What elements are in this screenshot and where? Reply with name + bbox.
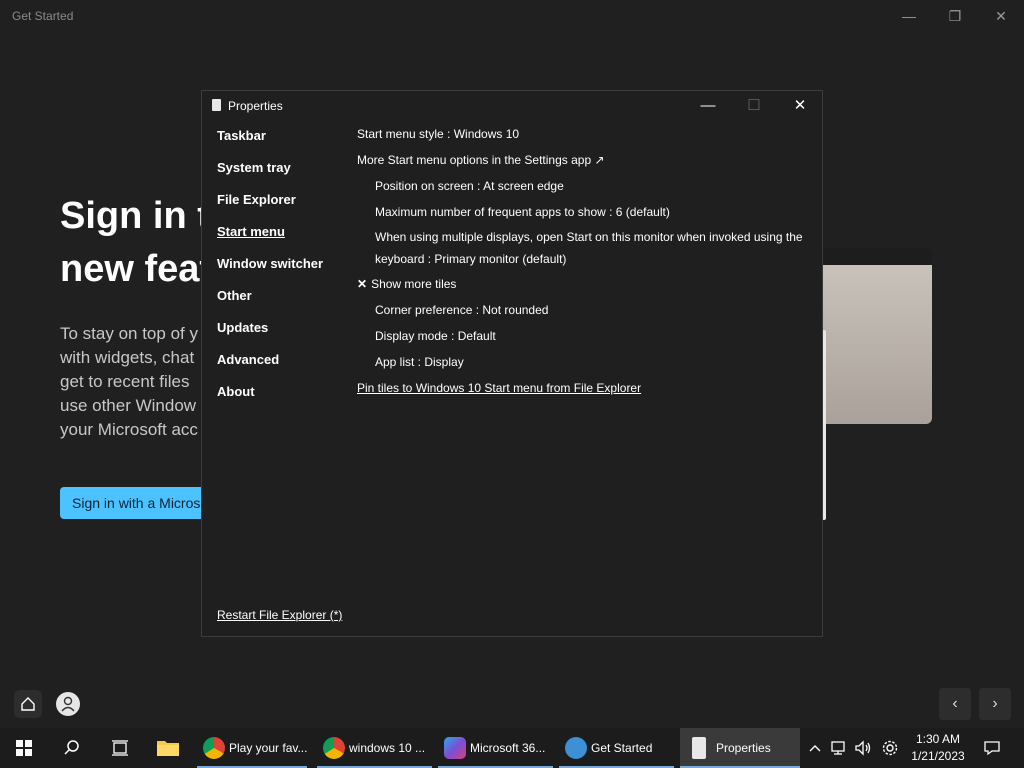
show-more-tiles-label: Show more tiles — [371, 277, 457, 291]
nav-item-advanced[interactable]: Advanced — [217, 352, 323, 384]
notifications-icon[interactable] — [978, 728, 1006, 768]
get-started-titlebar: Get Started — ❐ ✕ — [0, 0, 1024, 32]
start-menu-style-option[interactable]: Start menu style : Windows 10 — [357, 127, 519, 141]
position-on-screen-option[interactable]: Position on screen : At screen edge — [375, 179, 564, 193]
nav-item-taskbar[interactable]: Taskbar — [217, 128, 323, 160]
taskbar-app-microsoft-365[interactable]: Microsoft 36... — [438, 728, 553, 768]
taskbar: Play your fav... windows 10 ... Microsof… — [0, 728, 1024, 768]
taskbar-app-get-started[interactable]: Get Started — [559, 728, 674, 768]
network-icon[interactable] — [828, 728, 850, 768]
video-call-preview-image — [822, 248, 932, 424]
file-explorer-icon[interactable] — [144, 728, 192, 768]
corner-preference-option[interactable]: Corner preference : Not rounded — [375, 303, 548, 317]
properties-title: Properties — [228, 99, 283, 113]
get-started-icon — [565, 737, 587, 759]
taskbar-app-properties[interactable]: Properties — [680, 728, 800, 768]
checked-x-icon: ✕ — [357, 277, 368, 291]
chevron-up-icon[interactable] — [804, 728, 826, 768]
user-icon[interactable] — [56, 692, 80, 716]
nav-item-file-explorer[interactable]: File Explorer — [217, 192, 323, 224]
more-start-options-link[interactable]: More Start menu options in the Settings … — [357, 153, 605, 167]
properties-minimize-button[interactable]: — — [685, 91, 731, 121]
nav-item-start-menu[interactable]: Start menu — [217, 224, 323, 256]
microsoft-365-icon — [444, 737, 466, 759]
get-started-close-button[interactable]: ✕ — [978, 4, 1024, 28]
app-list-option[interactable]: App list : Display — [375, 355, 464, 369]
multi-display-option[interactable]: When using multiple displays, open Start… — [375, 226, 807, 270]
get-started-heading: Sign in t new feat — [60, 195, 210, 290]
properties-nav: Taskbar System tray File Explorer Start … — [217, 128, 323, 416]
nav-item-about[interactable]: About — [217, 384, 323, 416]
properties-maximize-button: ☐ — [747, 97, 761, 114]
home-icon[interactable] — [14, 690, 42, 718]
volume-icon[interactable] — [852, 728, 874, 768]
clock-time: 1:30 AM — [915, 732, 961, 746]
chrome-icon — [203, 737, 225, 759]
taskbar-app-chrome-2[interactable]: windows 10 ... — [317, 728, 432, 768]
pin-tiles-link[interactable]: Pin tiles to Windows 10 Start menu from … — [357, 381, 641, 395]
properties-titlebar: Properties — ☐ ✕ — [202, 91, 822, 121]
get-started-minimize-button[interactable]: — — [886, 4, 932, 28]
max-frequent-apps-option[interactable]: Maximum number of frequent apps to show … — [375, 205, 670, 219]
previous-button[interactable]: ‹ — [939, 688, 971, 720]
nav-item-updates[interactable]: Updates — [217, 320, 323, 352]
restart-file-explorer-link[interactable]: Restart File Explorer (*) — [217, 608, 342, 622]
get-started-description: To stay on top of y with widgets, chat g… — [60, 324, 198, 439]
next-button[interactable]: › — [979, 688, 1011, 720]
clock-date: 1/21/2023 — [911, 749, 965, 763]
properties-window: Properties — ☐ ✕ Taskbar System tray Fil… — [201, 90, 823, 637]
system-clock[interactable]: 1:30 AM 1/21/2023 — [906, 731, 970, 765]
nav-item-system-tray[interactable]: System tray — [217, 160, 323, 192]
get-started-title: Get Started — [12, 9, 74, 23]
gear-icon[interactable] — [878, 728, 902, 768]
search-icon[interactable] — [48, 728, 96, 768]
get-started-restore-button[interactable]: ❐ — [932, 4, 978, 28]
properties-app-icon — [212, 99, 221, 111]
properties-close-button[interactable]: ✕ — [777, 91, 823, 121]
start-icon[interactable] — [0, 728, 48, 768]
nav-item-window-switcher[interactable]: Window switcher — [217, 256, 323, 288]
taskbar-app-chrome-1[interactable]: Play your fav... — [197, 728, 307, 768]
task-view-icon[interactable] — [96, 728, 144, 768]
nav-item-other[interactable]: Other — [217, 288, 323, 320]
sign-in-button[interactable]: Sign in with a Micros — [60, 487, 205, 519]
show-more-tiles-option[interactable]: ✕ Show more tiles — [357, 277, 456, 291]
display-mode-option[interactable]: Display mode : Default — [375, 329, 496, 343]
chrome-icon — [323, 737, 345, 759]
properties-icon — [692, 737, 706, 759]
